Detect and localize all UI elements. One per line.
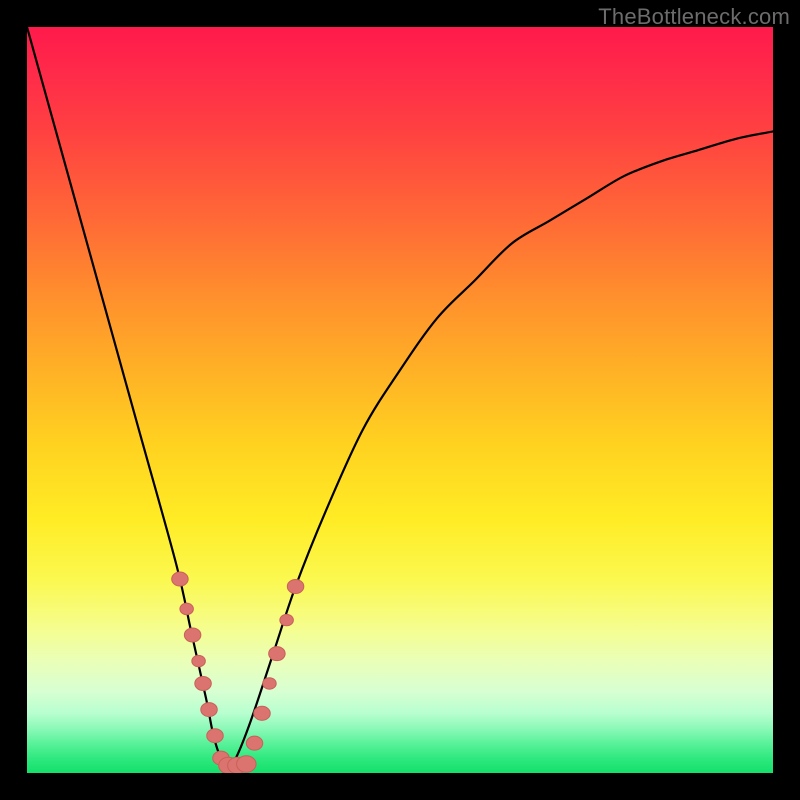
- curve-marker: [246, 736, 263, 750]
- bottleneck-curve: [27, 27, 773, 766]
- curve-marker: [184, 628, 201, 642]
- chart-svg: [27, 27, 773, 773]
- curve-marker: [172, 572, 189, 586]
- chart-frame: TheBottleneck.com: [0, 0, 800, 800]
- curve-marker: [237, 756, 257, 773]
- curve-marker: [207, 729, 224, 743]
- curve-markers: [172, 572, 304, 773]
- curve-marker: [254, 706, 270, 720]
- curve-marker: [195, 676, 212, 690]
- curve-marker: [192, 655, 206, 666]
- curve-marker: [269, 647, 286, 661]
- curve-marker: [180, 603, 194, 614]
- curve-marker: [201, 703, 218, 717]
- curve-marker: [287, 579, 304, 593]
- plot-area: [27, 27, 773, 773]
- curve-marker: [280, 614, 294, 625]
- curve-marker: [263, 678, 277, 689]
- watermark-text: TheBottleneck.com: [598, 4, 790, 30]
